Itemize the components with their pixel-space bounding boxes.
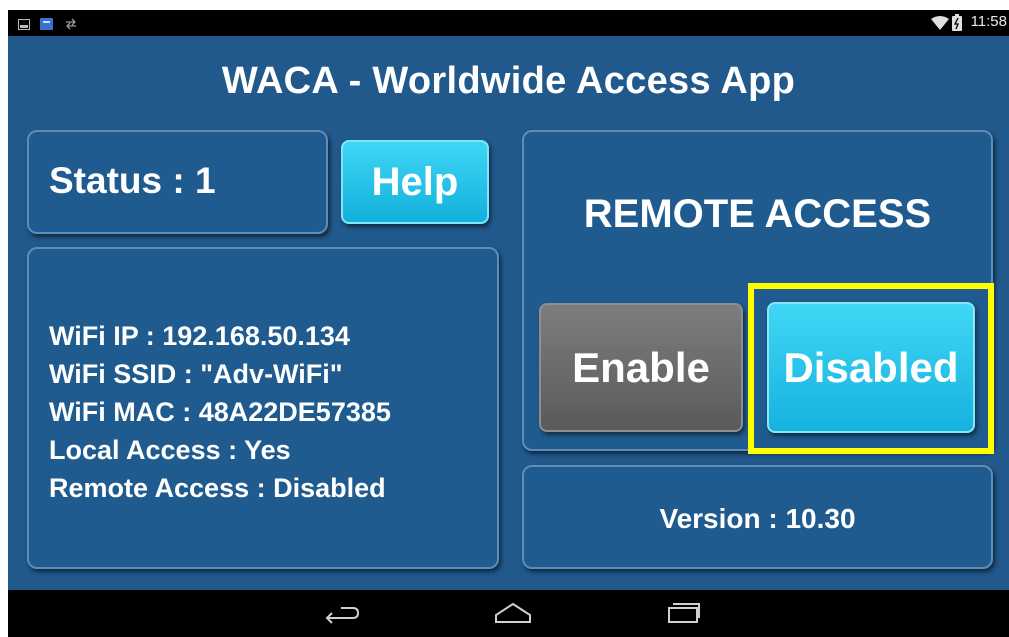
status-label: Status : 1	[49, 160, 216, 201]
info-panel: WiFi IP : 192.168.50.134 WiFi SSID : "Ad…	[27, 247, 499, 569]
status-bar: 11:58	[8, 10, 1009, 36]
version-panel: Version : 10.30	[522, 465, 993, 569]
sync-icon	[65, 17, 77, 35]
info-list: WiFi IP : 192.168.50.134 WiFi SSID : "Ad…	[49, 317, 391, 507]
remote-access-title: REMOTE ACCESS	[583, 192, 932, 236]
wifi-ssid-text: WiFi SSID : "Adv-WiFi"	[49, 359, 343, 389]
recents-icon[interactable]	[667, 600, 701, 629]
wifi-icon	[931, 16, 949, 35]
wifi-ip-text: WiFi IP : 192.168.50.134	[49, 321, 350, 351]
app-title: WACA - Worldwide Access App	[221, 60, 796, 102]
home-icon[interactable]	[494, 602, 532, 629]
local-access-text: Local Access : Yes	[49, 435, 291, 465]
back-icon[interactable]	[324, 604, 360, 629]
disabled-button[interactable]: Disabled	[767, 302, 975, 433]
status-panel: Status : 1	[27, 130, 328, 234]
version-label: Version : 10.30	[659, 503, 856, 534]
wifi-mac-text: WiFi MAC : 48A22DE57385	[49, 397, 391, 427]
nav-bar	[8, 590, 1009, 637]
battery-icon	[952, 14, 962, 36]
enable-button[interactable]: Enable	[539, 303, 743, 432]
app-screen: 11:58 WACA - Worldwide Access App Status…	[8, 10, 1009, 637]
help-button[interactable]: Help	[341, 140, 489, 224]
remote-access-text: Remote Access : Disabled	[49, 473, 386, 503]
image-icon	[18, 17, 30, 35]
app-icon	[40, 17, 53, 35]
clock: 11:58	[970, 13, 1007, 30]
